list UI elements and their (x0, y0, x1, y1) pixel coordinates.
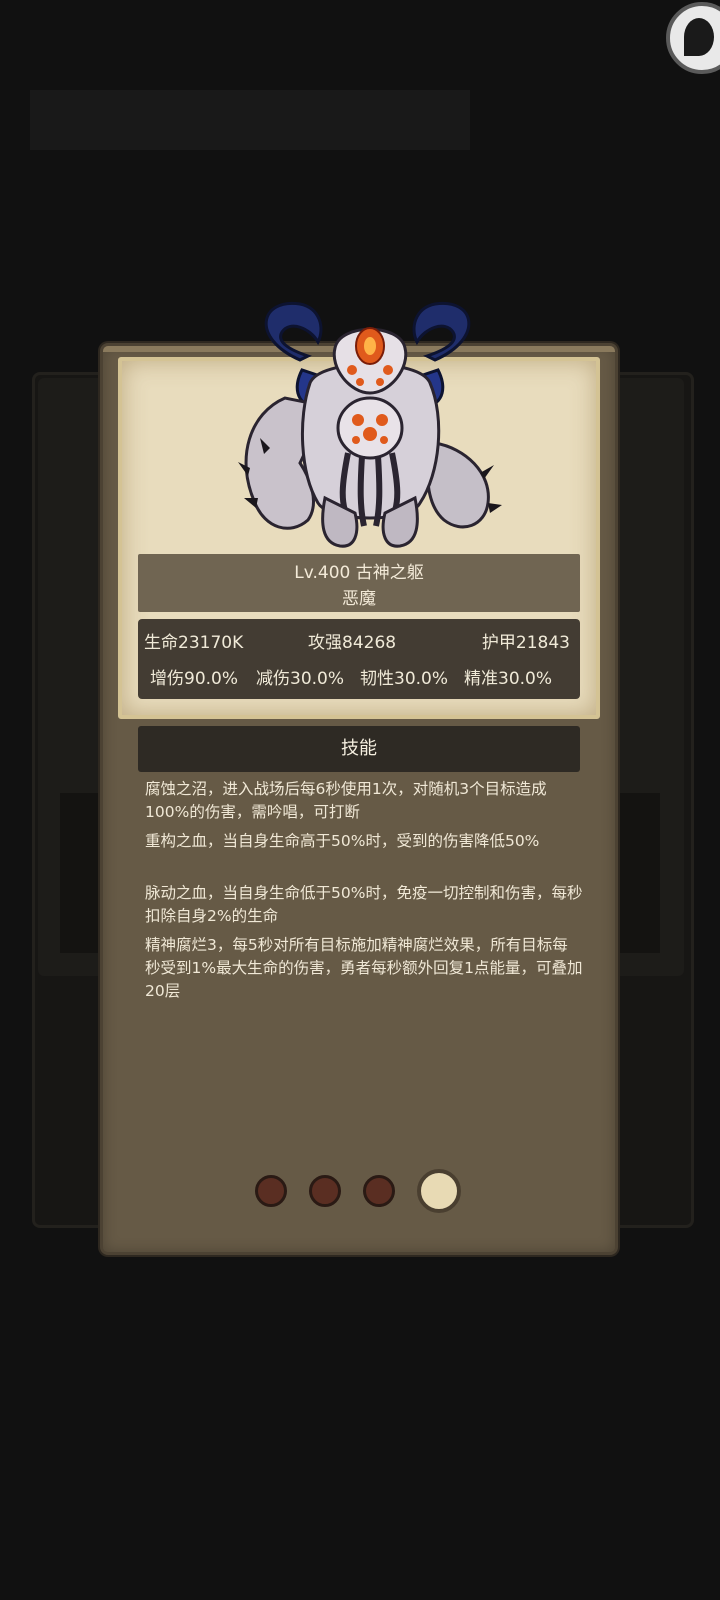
stats-panel: 生命23170K 攻强84268 护甲21843 增伤90.0% 减伤30.0%… (138, 619, 580, 699)
stat-attack: 攻强84268 (308, 633, 397, 653)
app-logo-icon[interactable] (666, 2, 720, 74)
page-dot-4-active[interactable] (417, 1169, 461, 1213)
stat-toughness: 韧性30.0% (360, 669, 449, 689)
monster-portrait-icon (238, 301, 502, 548)
stat-damage-up: 增伤90.0% (150, 669, 239, 689)
skill-description: 重构之血，当自身生命高于50%时，受到的伤害降低50% (145, 832, 540, 850)
skills-header: 技能 (138, 726, 580, 772)
stat-armor: 护甲21843 (481, 633, 570, 653)
skill-description: 精神腐烂3，每5秒对所有目标施加精神腐烂效果，所有目标每秒受到1%最大生命的伤害… (145, 936, 583, 1000)
game-screen: Lv.400 古神之躯 恶魔 生命23170K 攻强84268 护甲21843 … (0, 0, 720, 1600)
page-dot-2[interactable] (309, 1175, 341, 1207)
monster-name-banner: Lv.400 古神之躯 恶魔 (138, 554, 580, 612)
skill-description: 脉动之血，当自身生命低于50%时，免疫一切控制和伤害，每秒扣除自身2%的生命 (145, 884, 583, 925)
skill-description: 腐蚀之沼，进入战场后每6秒使用1次，对随机3个目标造成100%的伤害，需吟唱，可… (145, 780, 547, 821)
page-dot-3[interactable] (363, 1175, 395, 1207)
monster-level-name: Lv.400 古神之躯 (294, 563, 424, 583)
page-dot-1[interactable] (255, 1175, 287, 1207)
stat-damage-reduce: 减伤30.0% (256, 669, 345, 689)
stat-hp: 生命23170K (144, 633, 244, 653)
background-title (30, 90, 470, 150)
stat-accuracy: 精准30.0% (464, 669, 553, 689)
monster-type: 恶魔 (342, 589, 376, 609)
